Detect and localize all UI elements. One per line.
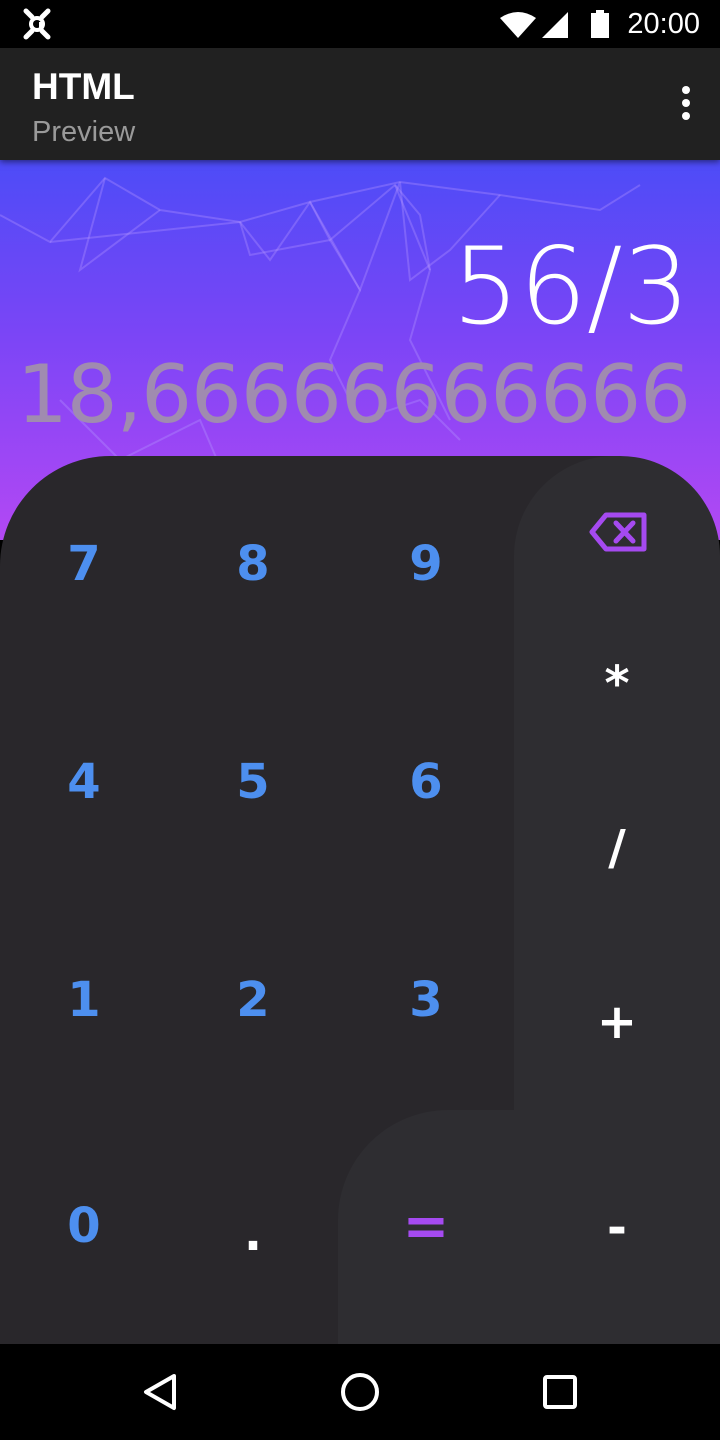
more-vert-icon[interactable] — [680, 86, 692, 122]
key-multiply[interactable]: * — [557, 634, 677, 734]
home-icon[interactable] — [336, 1368, 384, 1416]
status-bar: 20:00 — [0, 0, 720, 48]
key-minus[interactable]: - — [557, 1178, 677, 1278]
key-4[interactable]: 4 — [24, 732, 144, 832]
key-2[interactable]: 2 — [193, 950, 313, 1050]
key-7[interactable]: 7 — [24, 514, 144, 614]
key-divide[interactable]: / — [557, 798, 677, 898]
key-1[interactable]: 1 — [24, 950, 144, 1050]
key-equals[interactable]: = — [366, 1176, 486, 1276]
backspace-icon — [589, 512, 647, 552]
recents-icon[interactable] — [536, 1368, 584, 1416]
system-nav-bar — [0, 1344, 720, 1440]
key-9[interactable]: 9 — [366, 514, 486, 614]
app-title: HTML — [32, 66, 135, 107]
app-bar: HTML Preview — [0, 48, 720, 160]
key-decimal[interactable]: . — [193, 1184, 313, 1284]
key-5[interactable]: 5 — [193, 732, 313, 832]
app-subtitle: Preview — [32, 116, 136, 148]
expression-display: 56/3 — [451, 225, 690, 348]
key-3[interactable]: 3 — [366, 950, 486, 1050]
cell-signal-icon — [542, 12, 568, 38]
back-icon[interactable] — [136, 1368, 184, 1416]
key-6[interactable]: 6 — [366, 732, 486, 832]
keypad: 7 8 9 4 5 6 * / 1 2 3 + 0 . = - — [0, 456, 720, 1344]
backspace-button[interactable] — [558, 492, 678, 572]
battery-icon — [591, 10, 609, 38]
result-display: 18,66666666666 — [16, 348, 691, 441]
key-8[interactable]: 8 — [193, 514, 313, 614]
key-plus[interactable]: + — [557, 972, 677, 1072]
status-time: 20:00 — [627, 8, 700, 40]
wifi-icon — [500, 12, 536, 38]
app-notification-icon — [23, 8, 51, 40]
key-0[interactable]: 0 — [24, 1176, 144, 1276]
